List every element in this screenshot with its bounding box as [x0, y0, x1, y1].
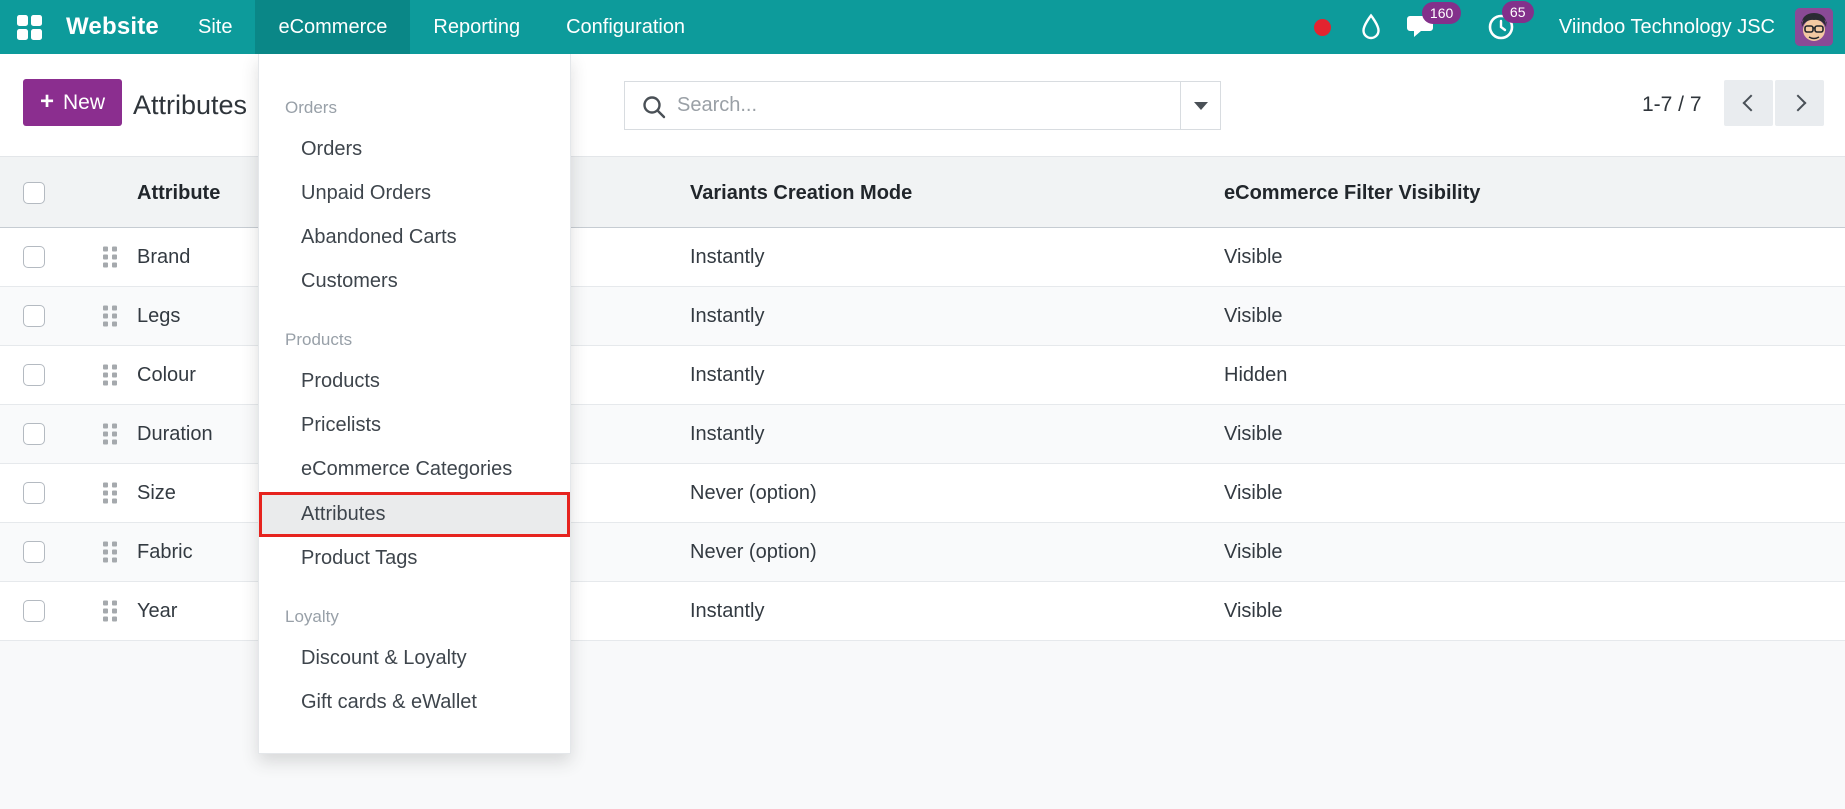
systray: 160 65 Viindoo Technology JSC	[1313, 1, 1845, 46]
menu-item-attributes[interactable]: Attributes	[259, 492, 570, 537]
attribute-name-cell: Fabric	[137, 541, 193, 563]
menu-section-title: Products	[285, 330, 353, 349]
droplet-icon[interactable]	[1360, 13, 1382, 41]
variants-creation-mode-cell: Instantly	[690, 364, 765, 386]
pager-previous-button[interactable]	[1724, 80, 1773, 126]
column-header-attribute[interactable]: Attribute	[137, 157, 220, 229]
row-checkbox[interactable]	[23, 423, 45, 445]
row-checkbox[interactable]	[23, 364, 45, 386]
app-name[interactable]: Website	[66, 13, 159, 41]
menu-item-customers[interactable]: Customers	[259, 260, 570, 304]
variants-creation-mode-cell: Never (option)	[690, 541, 817, 563]
messages-menu[interactable]: 160	[1406, 1, 1462, 41]
navbar: Website Site eCommerce Reporting Configu…	[0, 0, 1845, 54]
drag-handle-icon[interactable]	[103, 305, 117, 327]
activities-menu[interactable]: 65	[1487, 1, 1534, 41]
drag-handle-icon[interactable]	[103, 246, 117, 268]
page-title: Attributes	[133, 90, 248, 120]
row-checkbox[interactable]	[23, 246, 45, 268]
attribute-name-cell: Year	[137, 600, 178, 622]
avatar-image	[1795, 8, 1833, 46]
nav-menu-reporting[interactable]: Reporting	[410, 0, 543, 54]
pager-next-button[interactable]	[1775, 80, 1824, 126]
variants-creation-mode-cell: Instantly	[690, 423, 765, 445]
variants-creation-mode-cell: Never (option)	[690, 482, 817, 504]
ecommerce-filter-visibility-cell: Visible	[1224, 482, 1283, 504]
menu-item-product-tags[interactable]: Product Tags	[259, 537, 570, 581]
row-checkbox[interactable]	[23, 305, 45, 327]
attribute-name-cell: Duration	[137, 423, 213, 445]
menu-section-title: Orders	[285, 98, 337, 117]
drag-handle-icon[interactable]	[103, 364, 117, 386]
attribute-name-cell: Legs	[137, 305, 181, 327]
drag-handle-icon[interactable]	[103, 423, 117, 445]
nav-menu-site[interactable]: Site	[175, 0, 255, 54]
plus-icon: +	[39, 87, 54, 115]
menu-section-orders: Orders Orders Unpaid Orders Abandoned Carts…	[259, 86, 570, 304]
menu-item-pricelists[interactable]: Pricelists	[259, 404, 570, 448]
drag-handle-icon[interactable]	[103, 600, 117, 622]
ecommerce-filter-visibility-cell: Hidden	[1224, 364, 1288, 386]
search-dropdown-toggle[interactable]	[1181, 81, 1221, 130]
drag-handle-icon[interactable]	[103, 541, 117, 563]
attribute-name-cell: Brand	[137, 246, 191, 268]
chevron-right-icon	[1789, 94, 1806, 112]
row-checkbox[interactable]	[23, 600, 45, 622]
column-header-ecommerce-filter-visibility[interactable]: eCommerce Filter Visibility	[1224, 157, 1480, 229]
new-button[interactable]: + New	[23, 79, 122, 126]
menu-section-products: Products Products Pricelists eCommerce Cate…	[259, 318, 570, 581]
messages-badge: 160	[1421, 1, 1462, 24]
apps-menu-button[interactable]	[0, 0, 58, 54]
menu-section-title: Loyalty	[285, 607, 339, 626]
search-icon	[643, 96, 666, 119]
user-avatar[interactable]	[1795, 8, 1833, 46]
variants-creation-mode-cell: Instantly	[690, 600, 765, 622]
pager-text: 1-7 / 7	[1642, 93, 1702, 116]
column-header-variants-creation-mode[interactable]: Variants Creation Mode	[690, 157, 912, 229]
droplet-icon-svg	[1362, 13, 1380, 40]
attribute-name-cell: Size	[137, 482, 176, 504]
menu-section-loyalty: Loyalty Discount & Loyalty Gift cards & eW…	[259, 595, 570, 725]
apps-grid-icon	[16, 14, 42, 40]
variants-creation-mode-cell: Instantly	[690, 305, 765, 327]
user-company-menu[interactable]: Viindoo Technology JSC	[1559, 16, 1775, 39]
search-input[interactable]	[625, 82, 1180, 129]
ecommerce-filter-visibility-cell: Visible	[1224, 541, 1283, 563]
menu-item-gift-cards-ewallet[interactable]: Gift cards & eWallet	[259, 681, 570, 725]
menu-item-products[interactable]: Products	[259, 360, 570, 404]
menu-item-ecommerce-categories[interactable]: eCommerce Categories	[259, 448, 570, 492]
nav-menu-ecommerce[interactable]: eCommerce	[255, 0, 411, 54]
chevron-left-icon	[1742, 94, 1759, 112]
ecommerce-filter-visibility-cell: Visible	[1224, 423, 1283, 445]
record-indicator-icon[interactable]	[1313, 18, 1331, 36]
row-checkbox[interactable]	[23, 541, 45, 563]
menu-item-discount-loyalty[interactable]: Discount & Loyalty	[259, 637, 570, 681]
select-all-checkbox[interactable]	[23, 182, 45, 204]
variants-creation-mode-cell: Instantly	[690, 246, 765, 268]
menu-item-orders[interactable]: Orders	[259, 128, 570, 172]
ecommerce-filter-visibility-cell: Visible	[1224, 305, 1283, 327]
search-box	[624, 81, 1181, 130]
search-group	[624, 81, 1221, 130]
ecommerce-filter-visibility-cell: Visible	[1224, 600, 1283, 622]
menu-item-abandoned-carts[interactable]: Abandoned Carts	[259, 216, 570, 260]
caret-down-icon	[1193, 101, 1208, 110]
drag-handle-icon[interactable]	[103, 482, 117, 504]
row-checkbox[interactable]	[23, 482, 45, 504]
attribute-name-cell: Colour	[137, 364, 196, 386]
ecommerce-filter-visibility-cell: Visible	[1224, 246, 1283, 268]
activities-badge: 65	[1501, 1, 1534, 23]
menu-item-unpaid-orders[interactable]: Unpaid Orders	[259, 172, 570, 216]
nav-menu-configuration[interactable]: Configuration	[543, 0, 708, 54]
ecommerce-dropdown-menu: Orders Orders Unpaid Orders Abandoned Carts…	[258, 54, 571, 754]
new-button-label: New	[63, 90, 106, 114]
